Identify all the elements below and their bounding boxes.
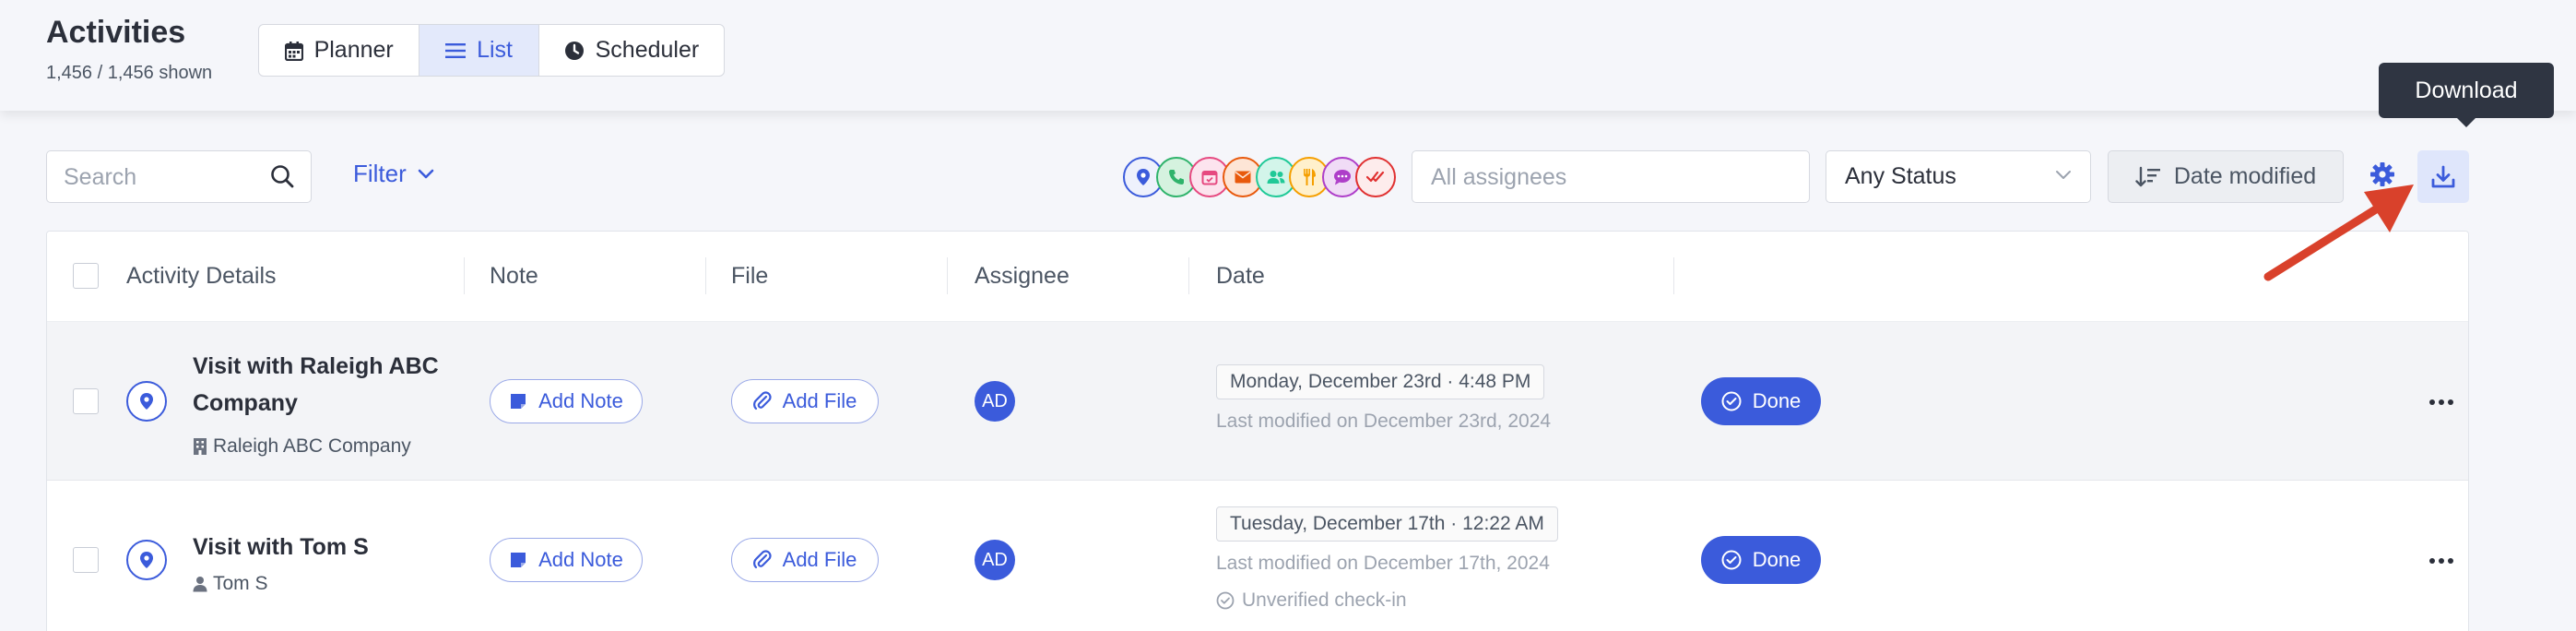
download-button[interactable]	[2417, 150, 2469, 203]
view-switcher: Planner List Scheduler	[258, 24, 725, 77]
last-modified-text: Last modified on December 17th, 2024	[1216, 553, 1550, 574]
add-file-label: Add File	[782, 548, 857, 571]
activity-subtitle: Tom S	[193, 573, 268, 595]
column-header-activity-details[interactable]: Activity Details	[126, 263, 277, 290]
add-file-label: Add File	[782, 389, 857, 412]
avatar[interactable]: AD	[975, 381, 1015, 422]
column-header-note[interactable]: Note	[490, 263, 538, 290]
view-scheduler-button[interactable]: Scheduler	[539, 25, 724, 76]
view-list-label: List	[477, 37, 513, 63]
download-icon	[2431, 165, 2455, 187]
assignees-input[interactable]	[1431, 162, 1790, 192]
column-divider	[464, 257, 465, 294]
view-scheduler-label: Scheduler	[595, 37, 700, 63]
more-options-icon[interactable]	[2429, 558, 2453, 564]
row-checkbox[interactable]	[73, 388, 99, 414]
chevron-down-icon	[418, 169, 434, 178]
activity-date: Monday, December 23rd · 4:48 PM	[1216, 364, 1545, 399]
done-label: Done	[1752, 548, 1802, 571]
paperclip-icon	[752, 391, 772, 411]
main-content: Download Filter	[0, 63, 2576, 631]
column-divider	[1188, 257, 1189, 294]
location-pin-icon	[140, 552, 153, 568]
add-note-button[interactable]: Add Note	[490, 538, 643, 582]
column-header-file[interactable]: File	[731, 263, 768, 290]
column-divider	[705, 257, 706, 294]
search-icon	[271, 165, 294, 188]
view-planner-label: Planner	[313, 37, 394, 63]
column-header-date[interactable]: Date	[1216, 263, 1265, 290]
activities-table: Activity Details Note File Assignee Date…	[46, 231, 2469, 631]
page-title: Activities	[46, 15, 186, 50]
column-divider	[947, 257, 948, 294]
annotation-arrow	[2263, 185, 2414, 281]
status-select[interactable]: Any Status	[1826, 150, 2091, 203]
more-options-icon[interactable]	[2429, 399, 2453, 405]
select-all-checkbox[interactable]	[73, 263, 99, 289]
shown-count: 1,456 / 1,456 shown	[46, 63, 213, 83]
add-note-label: Add Note	[538, 548, 623, 571]
sort-descending-icon	[2135, 166, 2160, 186]
activity-type-filter	[1123, 157, 1398, 197]
checkin-status-text: Unverified check-in	[1242, 589, 1407, 611]
add-note-label: Add Note	[538, 389, 623, 412]
activity-title[interactable]: Visit with Tom S	[193, 529, 460, 566]
avatar[interactable]: AD	[975, 540, 1015, 580]
add-file-button[interactable]: Add File	[731, 379, 879, 423]
activity-subtitle-text: Tom S	[213, 573, 268, 594]
column-divider	[1673, 257, 1674, 294]
check-circle-icon	[1721, 550, 1742, 570]
row-checkbox[interactable]	[73, 547, 99, 573]
search-field[interactable]	[46, 150, 312, 203]
activity-date: Tuesday, December 17th · 12:22 AM	[1216, 506, 1558, 542]
last-modified-text: Last modified on December 23rd, 2024	[1216, 411, 1552, 432]
search-input[interactable]	[64, 162, 248, 192]
filter-label: Filter	[353, 160, 407, 187]
note-icon	[511, 553, 526, 567]
activity-title[interactable]: Visit with Raleigh ABC Company	[193, 348, 460, 422]
view-planner-button[interactable]: Planner	[259, 25, 420, 76]
location-pin-icon	[140, 393, 153, 410]
activity-type-badge	[126, 540, 167, 580]
status-select-value: Any Status	[1845, 163, 1956, 189]
chevron-down-icon	[2056, 171, 2071, 179]
assignees-field[interactable]	[1412, 150, 1810, 203]
activity-subtitle-text: Raleigh ABC Company	[213, 435, 411, 457]
paperclip-icon	[752, 550, 772, 569]
download-tooltip: Download	[2379, 63, 2554, 127]
clock-icon	[564, 41, 584, 60]
activity-type-badge	[126, 381, 167, 422]
add-note-button[interactable]: Add Note	[490, 379, 643, 423]
column-header-assignee[interactable]: Assignee	[975, 263, 1069, 290]
calendar-icon	[284, 41, 303, 61]
done-button[interactable]: Done	[1701, 377, 1821, 425]
filter-button[interactable]: Filter	[353, 160, 434, 188]
task-check-icon[interactable]	[1355, 157, 1396, 197]
activity-subtitle: Raleigh ABC Company	[193, 435, 411, 458]
person-icon	[193, 577, 207, 592]
check-circle-icon	[1216, 591, 1235, 610]
view-list-button[interactable]: List	[419, 25, 539, 76]
checkin-status: Unverified check-in	[1216, 589, 1407, 612]
list-icon	[445, 42, 467, 58]
page-header: Activities 1,456 / 1,456 shown Planner L…	[0, 0, 2576, 111]
check-circle-icon	[1721, 391, 1742, 411]
done-button[interactable]: Done	[1701, 536, 1821, 584]
note-icon	[511, 394, 526, 409]
table-row[interactable]: Visit with Raleigh ABC Company Raleigh A…	[47, 322, 2468, 481]
building-icon	[194, 438, 207, 455]
done-label: Done	[1752, 389, 1802, 412]
table-header: Activity Details Note File Assignee Date	[47, 232, 2468, 322]
table-row[interactable]: Visit with Tom S Tom S Add Note Add File…	[47, 481, 2468, 631]
add-file-button[interactable]: Add File	[731, 538, 879, 582]
